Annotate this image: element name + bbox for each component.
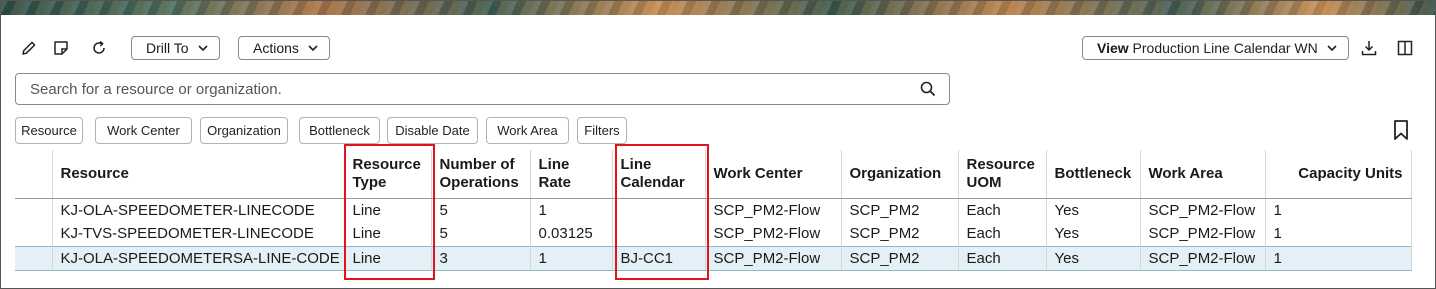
cell-number-of-operations: 3 bbox=[430, 245, 530, 271]
cell-work-area: SCP_PM2-Flow bbox=[1139, 222, 1265, 246]
cell-work-center: SCP_PM2-Flow bbox=[704, 245, 841, 271]
col-resource-header[interactable]: Resource bbox=[51, 150, 344, 199]
filter-chip-resource[interactable]: Resource bbox=[15, 117, 83, 144]
cell-number-of-operations: 5 bbox=[430, 222, 530, 246]
search-input[interactable] bbox=[30, 80, 919, 98]
filter-chip-work-area[interactable]: Work Area bbox=[486, 117, 569, 144]
cell-line-rate: 1 bbox=[529, 245, 612, 271]
table-row-selected[interactable]: KJ-OLA-SPEEDOMETERSA-LINE-CODE Line 3 1 … bbox=[15, 245, 1412, 271]
col-work-area-header[interactable]: Work Area bbox=[1139, 150, 1265, 199]
col-bottleneck-header[interactable]: Bottleneck bbox=[1045, 150, 1140, 199]
cell-number-of-operations: 5 bbox=[430, 198, 530, 222]
filter-chip-disable-date[interactable]: Disable Date bbox=[387, 117, 478, 144]
search-bar bbox=[15, 73, 950, 105]
filter-chip-work-center[interactable]: Work Center bbox=[95, 117, 192, 144]
view-selector[interactable]: View Production Line Calendar WN bbox=[1082, 36, 1349, 60]
cell-organization: SCP_PM2 bbox=[840, 198, 958, 222]
cell-resource-uom: Each bbox=[957, 198, 1046, 222]
row-select-cell[interactable] bbox=[15, 198, 52, 222]
filter-chip-organization[interactable]: Organization bbox=[200, 117, 288, 144]
col-line-calendar-header[interactable]: Line Calendar bbox=[611, 150, 705, 199]
cell-bottleneck: Yes bbox=[1045, 222, 1140, 246]
bookmark-icon[interactable] bbox=[1391, 119, 1411, 141]
toolbar: Drill To Actions View Production Line Ca… bbox=[1, 35, 1435, 61]
row-select-cell[interactable] bbox=[15, 222, 52, 246]
cell-work-area: SCP_PM2-Flow bbox=[1139, 245, 1265, 271]
view-value: Production Line Calendar WN bbox=[1132, 40, 1318, 56]
cell-resource: KJ-OLA-SPEEDOMETERSA-LINE-CODE bbox=[51, 245, 344, 271]
cell-resource-uom: Each bbox=[957, 245, 1046, 271]
download-icon[interactable] bbox=[1358, 37, 1380, 59]
cell-line-calendar: BJ-CC1 bbox=[611, 245, 705, 271]
cell-line-calendar bbox=[611, 198, 705, 222]
filter-chip-filters[interactable]: Filters bbox=[577, 117, 627, 144]
cell-work-center: SCP_PM2-Flow bbox=[704, 198, 841, 222]
actions-label: Actions bbox=[253, 40, 299, 56]
actions-button[interactable]: Actions bbox=[238, 36, 330, 60]
chevron-down-icon bbox=[197, 45, 208, 52]
chevron-down-icon bbox=[308, 45, 318, 52]
cell-organization: SCP_PM2 bbox=[840, 245, 958, 271]
refresh-icon[interactable] bbox=[88, 37, 110, 59]
row-select-cell[interactable] bbox=[15, 245, 52, 271]
chevron-down-icon bbox=[1327, 45, 1337, 52]
col-resource-type-header[interactable]: Resource Type bbox=[343, 150, 431, 199]
cell-capacity-units: 1 bbox=[1264, 198, 1412, 222]
resources-table: Resource Resource Type Number of Operati… bbox=[15, 150, 1412, 271]
header-banner bbox=[1, 1, 1435, 15]
app-frame: Drill To Actions View Production Line Ca… bbox=[0, 0, 1436, 289]
col-resource-uom-header[interactable]: Resource UOM bbox=[957, 150, 1046, 199]
cell-resource: KJ-OLA-SPEEDOMETER-LINECODE bbox=[51, 198, 344, 222]
search-icon[interactable] bbox=[919, 80, 937, 98]
table-row[interactable]: KJ-TVS-SPEEDOMETER-LINECODE Line 5 0.031… bbox=[15, 222, 1412, 246]
view-prefix: View bbox=[1097, 40, 1129, 56]
col-select-header bbox=[15, 150, 52, 199]
col-organization-header[interactable]: Organization bbox=[840, 150, 958, 199]
col-number-of-operations-header[interactable]: Number of Operations bbox=[430, 150, 530, 199]
drill-to-button[interactable]: Drill To bbox=[131, 36, 220, 60]
cell-resource-type: Line bbox=[343, 198, 431, 222]
cell-resource: KJ-TVS-SPEEDOMETER-LINECODE bbox=[51, 222, 344, 246]
cell-resource-type: Line bbox=[343, 245, 431, 271]
cell-bottleneck: Yes bbox=[1045, 198, 1140, 222]
cell-capacity-units: 1 bbox=[1264, 245, 1412, 271]
col-capacity-units-header[interactable]: Capacity Units bbox=[1264, 150, 1412, 199]
pencil-icon[interactable] bbox=[18, 37, 40, 59]
sticky-note-icon[interactable] bbox=[50, 37, 72, 59]
cell-capacity-units: 1 bbox=[1264, 222, 1412, 246]
table-row[interactable]: KJ-OLA-SPEEDOMETER-LINECODE Line 5 1 SCP… bbox=[15, 198, 1412, 222]
col-line-rate-header[interactable]: Line Rate bbox=[529, 150, 612, 199]
cell-resource-type: Line bbox=[343, 222, 431, 246]
cell-resource-uom: Each bbox=[957, 222, 1046, 246]
cell-line-rate: 1 bbox=[529, 198, 612, 222]
col-work-center-header[interactable]: Work Center bbox=[704, 150, 841, 199]
filter-chip-bottleneck[interactable]: Bottleneck bbox=[299, 117, 380, 144]
panel-columns-icon[interactable] bbox=[1394, 37, 1416, 59]
cell-line-rate: 0.03125 bbox=[529, 222, 612, 246]
table-header-row: Resource Resource Type Number of Operati… bbox=[15, 150, 1412, 199]
cell-work-center: SCP_PM2-Flow bbox=[704, 222, 841, 246]
drill-to-label: Drill To bbox=[146, 40, 189, 56]
cell-work-area: SCP_PM2-Flow bbox=[1139, 198, 1265, 222]
cell-line-calendar bbox=[611, 222, 705, 246]
cell-organization: SCP_PM2 bbox=[840, 222, 958, 246]
cell-bottleneck: Yes bbox=[1045, 245, 1140, 271]
